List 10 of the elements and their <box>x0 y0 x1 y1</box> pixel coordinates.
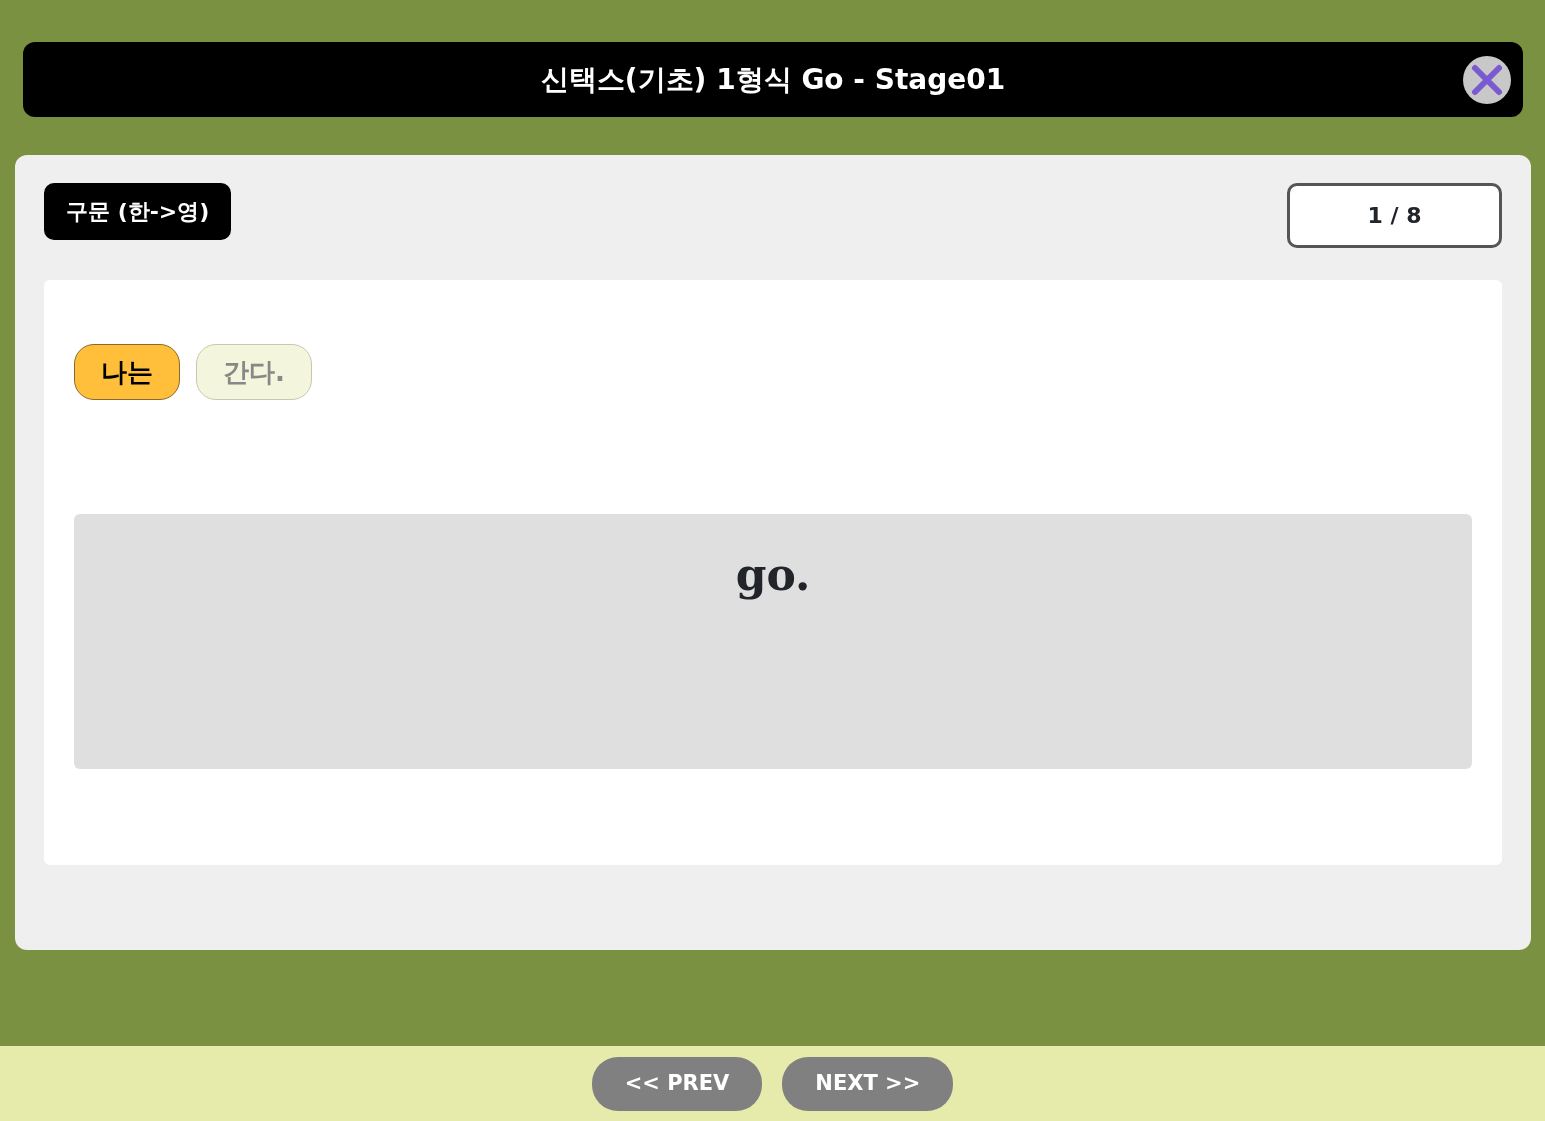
question-counter: 1 / 8 <box>1287 183 1502 248</box>
close-icon <box>1470 63 1504 97</box>
prev-button[interactable]: << PREV <box>591 1056 763 1111</box>
close-button[interactable] <box>1463 56 1511 104</box>
answer-text: go. <box>735 549 811 600</box>
mode-label: 구문 (한->영) <box>44 183 232 240</box>
page-title: 신택스(기초) 1형식 Go - Stage01 <box>540 61 1006 98</box>
word-chip[interactable]: 나는 <box>74 344 180 400</box>
word-chip[interactable]: 간다. <box>196 344 312 400</box>
next-button[interactable]: NEXT >> <box>782 1056 954 1111</box>
